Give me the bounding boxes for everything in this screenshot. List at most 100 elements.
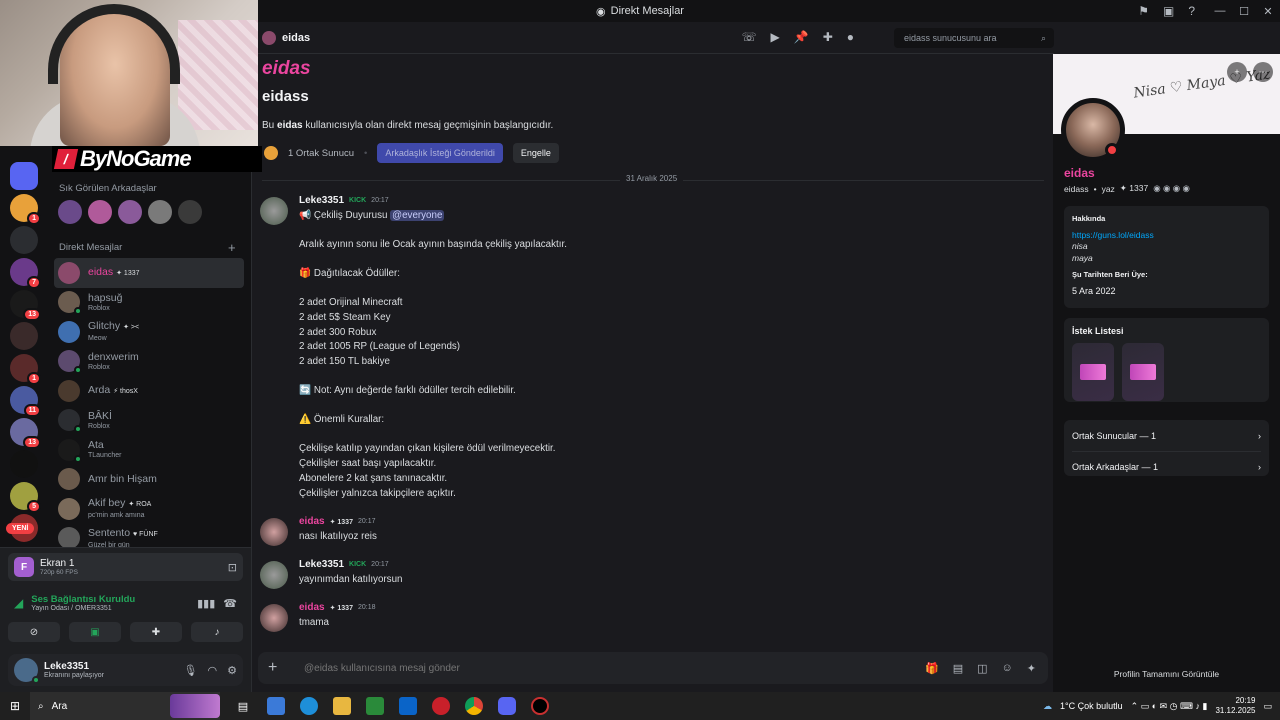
copilot-icon[interactable] — [267, 697, 285, 715]
tray-icons[interactable]: ⌃ ▭ ◐ ✉ ◷ ⌨ ♪ ▮ — [1131, 701, 1208, 712]
task-view-icon[interactable]: ▤ — [234, 697, 252, 715]
about-link[interactable]: https://guns.lol/eidass — [1072, 230, 1261, 240]
voice-call-icon[interactable]: ☏ — [741, 30, 756, 44]
help-icon[interactable]: ? — [1188, 4, 1195, 18]
more-options-icon[interactable]: ⋯ — [1253, 62, 1273, 82]
server-icon[interactable]: 1 — [10, 194, 41, 225]
dm-item-amr[interactable]: Amr bin Hişam — [54, 465, 244, 495]
headphones-icon[interactable]: ◠ — [208, 664, 218, 677]
opera-icon[interactable] — [432, 697, 450, 715]
chrome-icon[interactable] — [465, 697, 483, 715]
user-name[interactable]: Leke3351 — [44, 661, 104, 672]
soundboard-button[interactable]: ♪ — [191, 622, 243, 642]
obs-icon[interactable] — [531, 697, 549, 715]
new-dm-plus-icon[interactable]: + — [228, 240, 236, 255]
message[interactable]: eidas ✦ 1337 20:17 nası lkatılıyoz reis — [260, 516, 1040, 548]
close-button[interactable]: ✕ — [1256, 0, 1280, 22]
view-full-profile-link[interactable]: Profilin Tamamını Görüntüle — [1053, 669, 1280, 679]
server-icon[interactable]: 13 — [10, 290, 41, 321]
server-icon[interactable] — [10, 450, 38, 478]
new-badge[interactable]: YENİ — [6, 523, 35, 534]
dm-home-icon[interactable] — [10, 162, 38, 190]
maximize-button[interactable]: ☐ — [1232, 0, 1256, 22]
friend-avatar[interactable] — [88, 200, 112, 224]
file-explorer-icon[interactable] — [333, 697, 351, 715]
server-icon[interactable]: 11 — [10, 386, 41, 417]
add-friend-icon[interactable]: + — [1227, 62, 1247, 82]
edge-icon[interactable] — [300, 697, 318, 715]
pin-icon[interactable]: 📌 — [794, 30, 809, 44]
server-icon[interactable] — [10, 226, 38, 254]
store-icon[interactable] — [366, 697, 384, 715]
disconnect-icon[interactable]: ☎ — [223, 597, 237, 610]
message[interactable]: Leke3351 KICK 20:17 📢 Çekiliş Duyurusu @… — [260, 195, 1040, 505]
wishlist-item[interactable] — [1072, 343, 1114, 401]
server-icon[interactable]: 1 — [10, 354, 41, 385]
message[interactable]: eidas ✦ 1337 20:18 tmama — [260, 602, 1040, 634]
camera-off-button[interactable]: ⊘ — [8, 622, 60, 642]
chat-header-name[interactable]: eidas — [282, 32, 310, 44]
weather-text[interactable]: 1°C Çok bulutlu — [1060, 701, 1123, 711]
mutual-friends-row[interactable]: Ortak Arkadaşlar — 1 › — [1072, 459, 1261, 475]
notifications-icon[interactable]: ▭ — [1263, 701, 1272, 712]
screen-share-button[interactable]: ▣ — [69, 622, 121, 642]
dm-item-hapsug[interactable]: hapsuğ Roblox — [54, 288, 244, 318]
noise-icon[interactable]: ▮▮▮ — [197, 597, 215, 610]
message-avatar[interactable] — [260, 197, 288, 225]
gif-icon[interactable]: ▤ — [953, 662, 963, 675]
discord-taskbar-icon[interactable] — [498, 697, 516, 715]
settings-gear-icon[interactable]: ⚙ — [227, 664, 237, 677]
user-profile-icon[interactable]: ● — [847, 30, 854, 44]
message-avatar[interactable] — [260, 604, 288, 632]
mutual-servers-link[interactable]: 1 Ortak Sunucu — [288, 148, 354, 159]
friend-avatar[interactable] — [58, 200, 82, 224]
dm-item-akif[interactable]: Akif bey ✦ ROA pc'min amk amına — [54, 494, 244, 524]
mutual-servers-row[interactable]: Ortak Sunucular — 1 › — [1072, 428, 1261, 444]
server-icon[interactable] — [10, 322, 38, 350]
message-avatar[interactable] — [260, 561, 288, 589]
block-button[interactable]: Engelle — [512, 143, 559, 163]
voice-status-text[interactable]: Ses Bağlantısı Kuruldu — [31, 594, 135, 605]
apps-icon[interactable]: ✦ — [1027, 662, 1036, 675]
dm-item-baki[interactable]: BÂKİ Roblox — [54, 406, 244, 436]
friend-avatar[interactable] — [148, 200, 172, 224]
emoji-icon[interactable]: ☺ — [1002, 662, 1013, 675]
video-call-icon[interactable]: ▶ — [771, 30, 780, 44]
message-input[interactable] — [304, 662, 804, 674]
server-icon[interactable]: 13 — [10, 418, 41, 449]
dm-item-denxwerim[interactable]: denxwerim Roblox — [54, 347, 244, 377]
sticker-icon[interactable]: ◫ — [977, 662, 987, 675]
screen-icon[interactable]: ▣ — [1163, 4, 1174, 18]
gift-icon[interactable]: 🎁 — [925, 662, 939, 675]
everyone-mention[interactable]: @everyone — [390, 210, 445, 221]
microphone-icon[interactable]: 🎙 — [184, 664, 198, 677]
dm-item-eidas[interactable]: eidas ✦ 1337 — [54, 258, 244, 288]
screen-share-card[interactable]: F Ekran 1 720p 60 FPS ⊡ — [8, 553, 243, 581]
message-author[interactable]: eidas — [299, 516, 325, 527]
inbox-icon[interactable]: ⚑ — [1138, 4, 1149, 18]
message-author[interactable]: Leke3351 — [299, 559, 344, 570]
add-friends-icon[interactable]: ✚ — [823, 30, 833, 44]
friend-request-sent-button[interactable]: Arkadaşlık İsteği Gönderildi — [377, 143, 503, 163]
friend-avatar[interactable] — [118, 200, 142, 224]
message[interactable]: Leke3351 KICK 20:17 yayınımdan katılıyor… — [260, 559, 1040, 591]
dm-item-glitchy[interactable]: Glitchy ✦ >< Meow — [54, 317, 244, 347]
activities-button[interactable]: ✚ — [130, 622, 182, 642]
dm-item-arda[interactable]: Arda ⚡ thosX — [54, 376, 244, 406]
server-icon[interactable]: 5 — [10, 482, 41, 513]
stop-stream-icon[interactable]: ⊡ — [228, 561, 237, 574]
taskbar-search[interactable]: ⌕ Ara — [30, 692, 220, 720]
server-icon[interactable]: 7 — [10, 258, 41, 289]
message-avatar[interactable] — [260, 518, 288, 546]
attach-plus-icon[interactable]: + — [268, 659, 290, 677]
friend-avatar[interactable] — [178, 200, 202, 224]
user-avatar[interactable] — [14, 658, 40, 684]
wishlist-item[interactable] — [1122, 343, 1164, 401]
dm-item-ata[interactable]: Ata TLauncher — [54, 435, 244, 465]
clock[interactable]: 20:19 31.12.2025 — [1215, 696, 1255, 716]
mail-icon[interactable] — [399, 697, 417, 715]
message-author[interactable]: eidas — [299, 602, 325, 613]
windows-start-icon[interactable]: ⊞ — [0, 699, 30, 713]
minimize-button[interactable]: — — [1208, 0, 1232, 22]
search-input[interactable]: eidass sunucusunu ara ⌕ — [894, 28, 1054, 48]
